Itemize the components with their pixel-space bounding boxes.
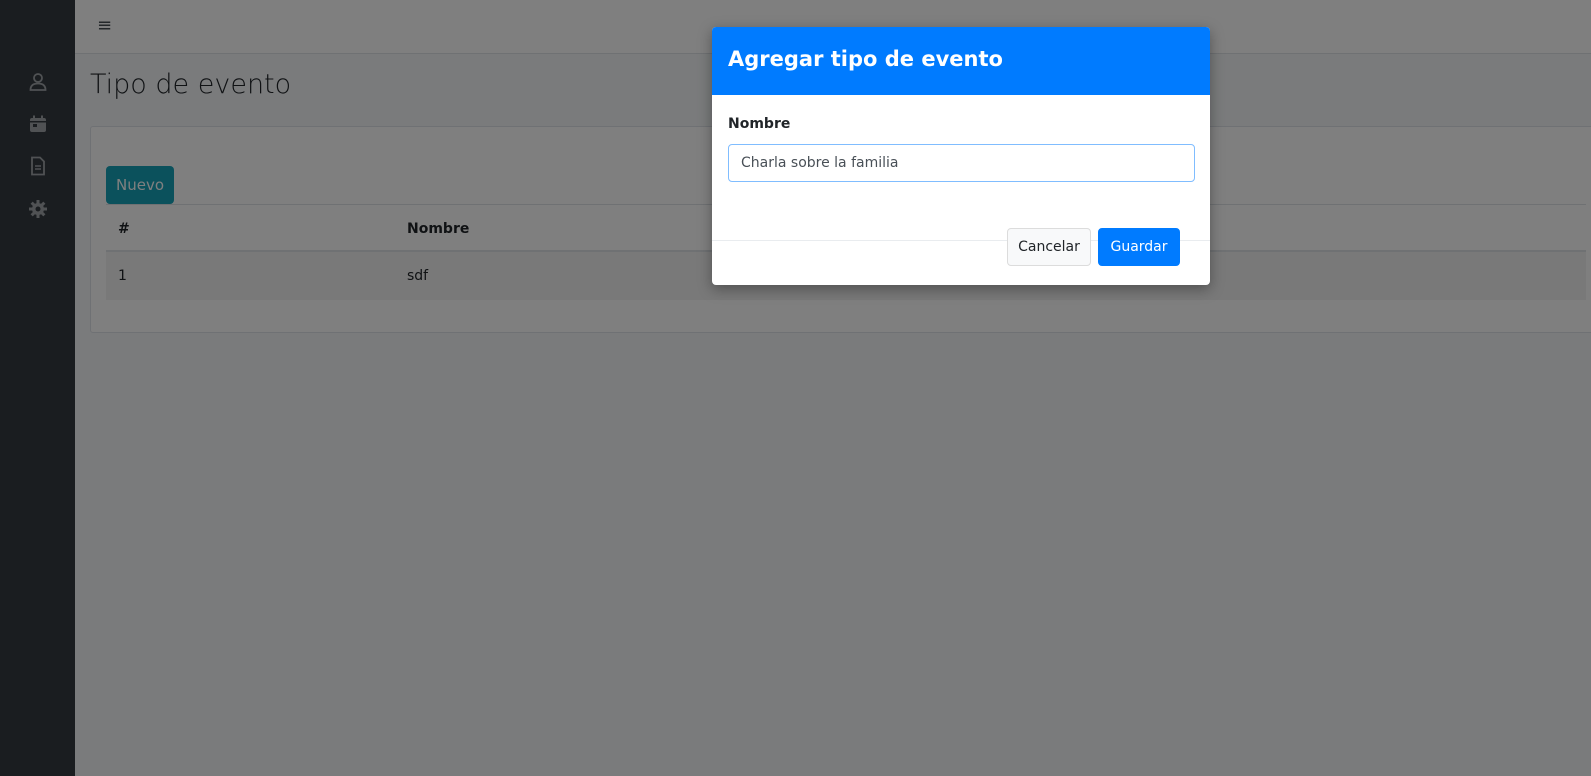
modal-header: Agregar tipo de evento: [712, 27, 1210, 95]
add-event-type-modal: Agregar tipo de evento Nombre Cancelar G…: [712, 27, 1210, 285]
name-field-label: Nombre: [728, 116, 791, 132]
cancel-button[interactable]: Cancelar: [1007, 228, 1091, 266]
modal-title: Agregar tipo de evento: [728, 47, 1003, 71]
modal-body: Nombre: [712, 95, 1210, 241]
save-button[interactable]: Guardar: [1098, 228, 1180, 266]
name-input[interactable]: [728, 144, 1195, 182]
